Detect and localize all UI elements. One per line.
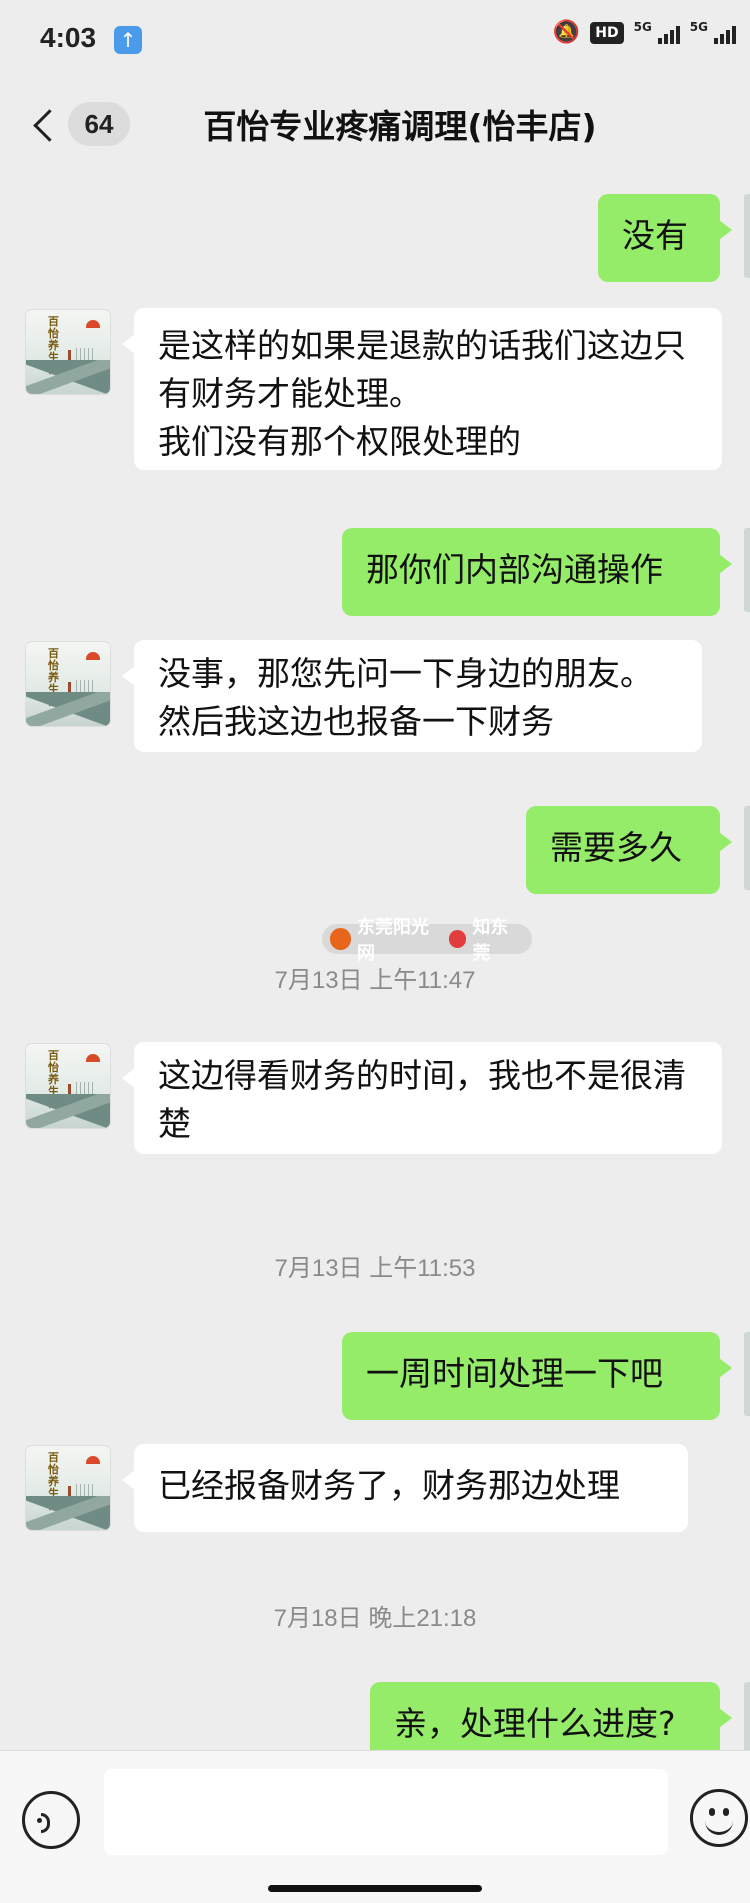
chat-header: 64 百怡专业疼痛调理(怡丰店) bbox=[0, 80, 750, 170]
signal-icon bbox=[657, 22, 680, 44]
message-bubble-outgoing[interactable]: 一周时间处理一下吧 bbox=[342, 1332, 732, 1420]
message-bubble-outgoing[interactable]: 那你们内部沟通操作 bbox=[342, 528, 732, 616]
message-bubble-incoming[interactable]: 没事，那您先问一下身边的朋友。然后我这边也报备一下财务 bbox=[122, 640, 702, 752]
message-bubble-incoming[interactable]: 这边得看财务的时间，我也不是很清楚 bbox=[122, 1042, 722, 1154]
unread-count-badge[interactable]: 64 bbox=[68, 102, 130, 146]
self-avatar[interactable] bbox=[744, 194, 750, 278]
network-label: 5G bbox=[633, 20, 652, 34]
timestamp: 7月18日 晚上21:18 bbox=[273, 1605, 477, 1632]
contact-avatar[interactable]: 百怡养生馆 bbox=[26, 1044, 110, 1128]
message-bubble-outgoing[interactable]: 没有 bbox=[598, 194, 732, 282]
chat-title: 百怡专业疼痛调理(怡丰店) bbox=[203, 107, 597, 146]
watermark-source: 东莞阳光网 bbox=[357, 917, 430, 964]
message-list[interactable]: 没有 百怡养生馆 是这样的如果是退款的话我们这边只有财务才能处理。 我们没有那个… bbox=[0, 170, 750, 1750]
home-indicator[interactable] bbox=[268, 1885, 482, 1892]
system-icons: 🔕 HD 5G 5G bbox=[553, 20, 736, 45]
message-bubble-incoming[interactable]: 是这样的如果是退款的话我们这边只有财务才能处理。 我们没有那个权限处理的 bbox=[122, 308, 722, 470]
message-bubble-incoming[interactable]: 已经报备财务了，财务那边处理 bbox=[122, 1444, 688, 1532]
self-avatar[interactable] bbox=[744, 1682, 750, 1750]
message-input[interactable] bbox=[104, 1769, 668, 1855]
timestamp: 7月13日 上午11:53 bbox=[274, 1255, 476, 1282]
contact-avatar[interactable]: 百怡养生馆 bbox=[26, 642, 110, 726]
back-icon[interactable] bbox=[28, 106, 64, 146]
upload-icon: ↑ bbox=[114, 26, 142, 54]
input-bar bbox=[0, 1750, 750, 1903]
signal-icon-2 bbox=[714, 22, 736, 44]
timestamp: 7月13日 上午11:47 bbox=[274, 967, 476, 994]
watermark: 东莞阳光网 知东莞 bbox=[322, 917, 532, 964]
contact-avatar[interactable]: 百怡养生馆 bbox=[26, 310, 110, 394]
hd-badge: HD bbox=[590, 21, 624, 44]
watermark-brand: 知东莞 bbox=[472, 917, 509, 964]
mute-icon: 🔕 bbox=[552, 20, 581, 45]
self-avatar[interactable] bbox=[744, 528, 750, 612]
message-bubble-outgoing[interactable]: 亲，处理什么进度? bbox=[370, 1682, 732, 1750]
brand-logo-icon bbox=[449, 930, 467, 948]
self-avatar[interactable] bbox=[744, 1332, 750, 1416]
contact-avatar[interactable]: 百怡养生馆 bbox=[26, 1446, 110, 1530]
status-bar: 4:03 ↑ 🔕 HD 5G 5G bbox=[0, 0, 750, 80]
emoji-icon[interactable] bbox=[690, 1789, 748, 1847]
voice-icon[interactable] bbox=[22, 1791, 80, 1849]
self-avatar[interactable] bbox=[744, 806, 750, 890]
message-bubble-outgoing[interactable]: 需要多久 bbox=[526, 806, 732, 894]
network-label-2: 5G bbox=[689, 20, 708, 34]
status-time: 4:03 bbox=[40, 22, 97, 53]
source-logo-icon bbox=[330, 928, 352, 950]
